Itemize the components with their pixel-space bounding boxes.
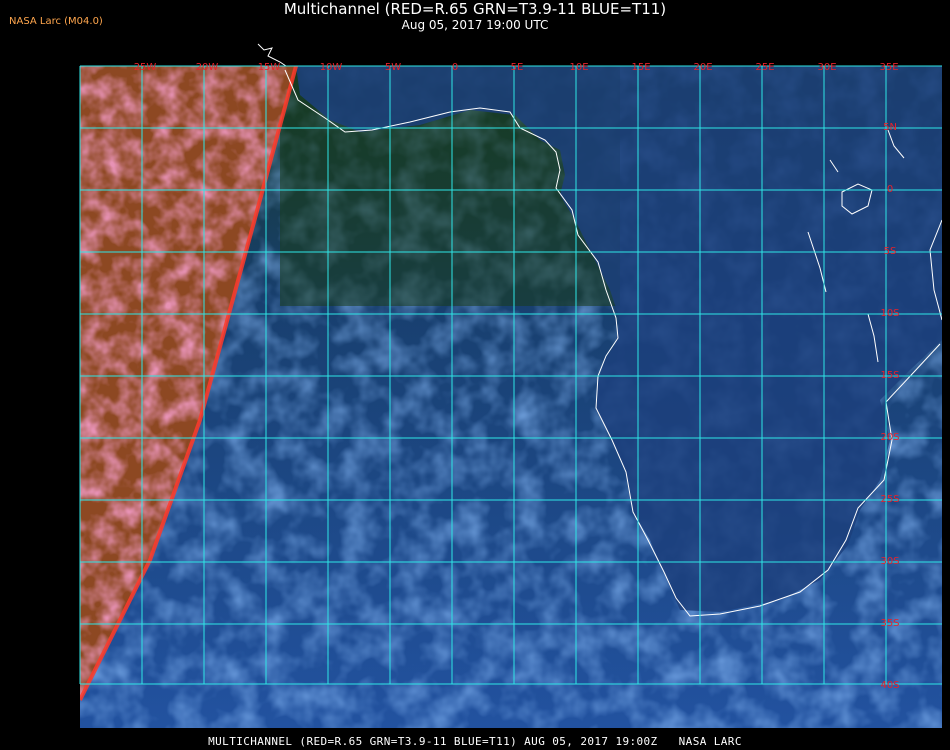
footer-caption: MULTICHANNEL (RED=R.65 GRN=T3.9-11 BLUE=… — [208, 735, 742, 748]
lat-label: 35S — [880, 618, 899, 629]
lon-label: 35E — [879, 62, 898, 73]
lon-label: 10E — [569, 62, 588, 73]
lon-label: 20E — [693, 62, 712, 73]
satellite-map: 25W 20W 15W 10W 5W 0 5E 10E 15E 20E 25E 30E 35E 5N 0 5… — [79, 43, 942, 728]
map-subtitle: Aug 05, 2017 19:00 UTC — [401, 18, 549, 32]
lat-label: 5N — [883, 122, 897, 133]
lat-label: 0 — [887, 184, 893, 195]
lat-label: 30S — [880, 556, 899, 567]
lat-label: 25S — [880, 494, 899, 505]
lat-label: 20S — [880, 432, 899, 443]
lat-label: 5S — [884, 246, 897, 257]
lon-label: 25E — [755, 62, 774, 73]
lon-label: 20W — [196, 62, 219, 73]
lon-label: 10W — [320, 62, 343, 73]
map-title: Multichannel (RED=R.65 GRN=T3.9-11 BLUE=… — [283, 0, 667, 18]
lat-label: 40S — [880, 680, 899, 691]
lon-label: 0 — [452, 62, 458, 73]
lat-label: 10S — [880, 308, 899, 319]
lon-label: 15E — [631, 62, 650, 73]
lon-label: 25W — [134, 62, 157, 73]
lon-label: 15W — [258, 62, 281, 73]
lon-label: 5W — [385, 62, 401, 73]
lon-label: 30E — [817, 62, 836, 73]
lat-label: 15S — [880, 370, 899, 381]
lon-label: 5E — [511, 62, 524, 73]
